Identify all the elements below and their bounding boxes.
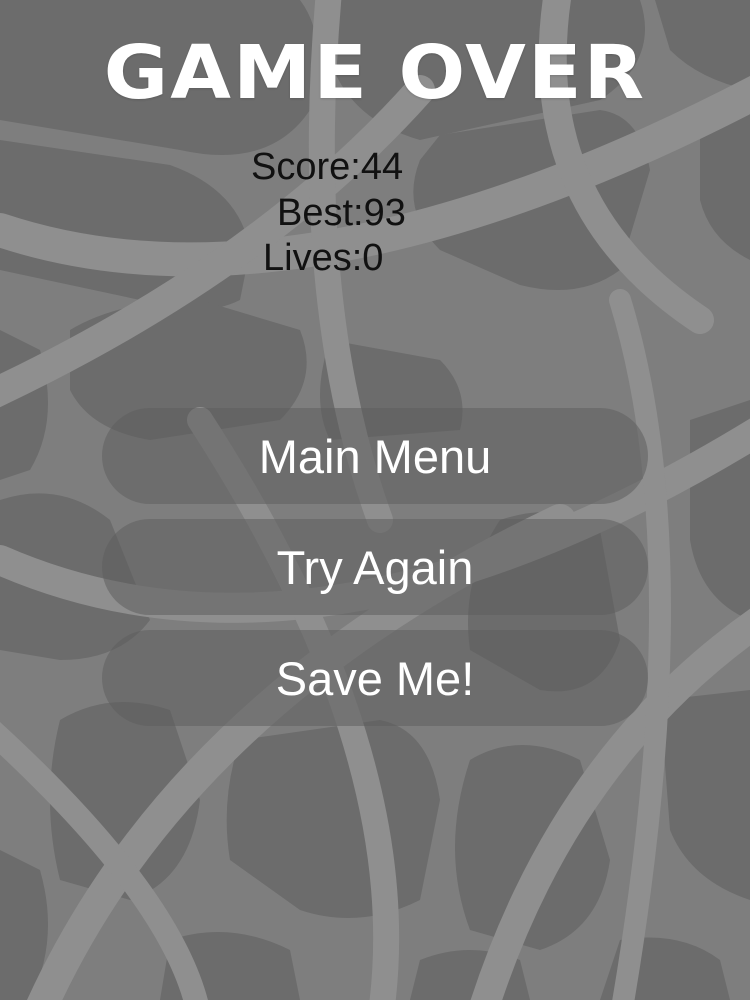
try-again-button-label: Try Again bbox=[276, 540, 474, 594]
try-again-button[interactable]: Try Again bbox=[102, 519, 648, 615]
score-label: Score:44 bbox=[251, 146, 404, 188]
save-me-button[interactable]: Save Me! bbox=[102, 630, 648, 726]
lives-label: Lives:0 bbox=[263, 237, 384, 279]
main-menu-button[interactable]: Main Menu bbox=[102, 408, 648, 504]
game-over-title: GAME OVER bbox=[103, 30, 647, 116]
best-score-label: Best:93 bbox=[277, 192, 406, 234]
save-me-button-label: Save Me! bbox=[275, 651, 475, 705]
main-menu-button-label: Main Menu bbox=[258, 429, 492, 483]
